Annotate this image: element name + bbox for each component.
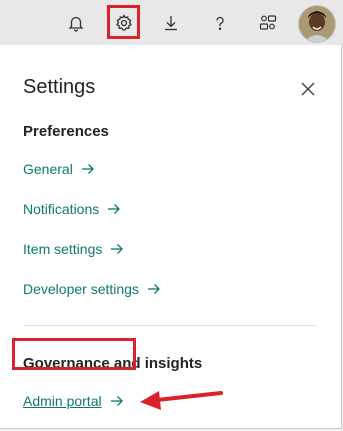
arrow-right-icon bbox=[81, 163, 95, 175]
admin-portal-link-label: Admin portal bbox=[23, 393, 102, 409]
item-settings-link[interactable]: Item settings bbox=[23, 241, 124, 257]
panel-title: Settings bbox=[23, 76, 96, 98]
general-link-label: General bbox=[23, 161, 73, 177]
gear-highlight-box bbox=[107, 5, 140, 39]
help-icon[interactable] bbox=[205, 8, 235, 38]
settings-panel: Settings Preferences General Notificatio… bbox=[0, 45, 342, 429]
bell-icon[interactable] bbox=[61, 8, 91, 38]
arrow-right-icon bbox=[107, 203, 121, 215]
item-settings-link-label: Item settings bbox=[23, 241, 103, 257]
notifications-link[interactable]: Notifications bbox=[23, 201, 121, 217]
notifications-link-label: Notifications bbox=[23, 201, 100, 217]
download-icon[interactable] bbox=[156, 8, 186, 38]
avatar[interactable] bbox=[298, 5, 336, 43]
developer-settings-link-label: Developer settings bbox=[23, 281, 139, 297]
arrow-right-icon bbox=[110, 395, 124, 407]
top-bar bbox=[0, 0, 343, 45]
close-icon[interactable] bbox=[297, 78, 319, 100]
admin-portal-highlight-box bbox=[12, 338, 136, 370]
arrow-right-icon bbox=[147, 283, 161, 295]
developer-settings-link[interactable]: Developer settings bbox=[23, 281, 161, 297]
red-arrow-to-admin-portal bbox=[140, 391, 223, 410]
feedback-icon[interactable] bbox=[253, 8, 283, 38]
arrow-right-icon bbox=[110, 243, 124, 255]
general-link[interactable]: General bbox=[23, 161, 95, 177]
preferences-heading: Preferences bbox=[23, 123, 109, 140]
section-divider bbox=[23, 325, 315, 326]
admin-portal-link[interactable]: Admin portal bbox=[23, 393, 124, 409]
